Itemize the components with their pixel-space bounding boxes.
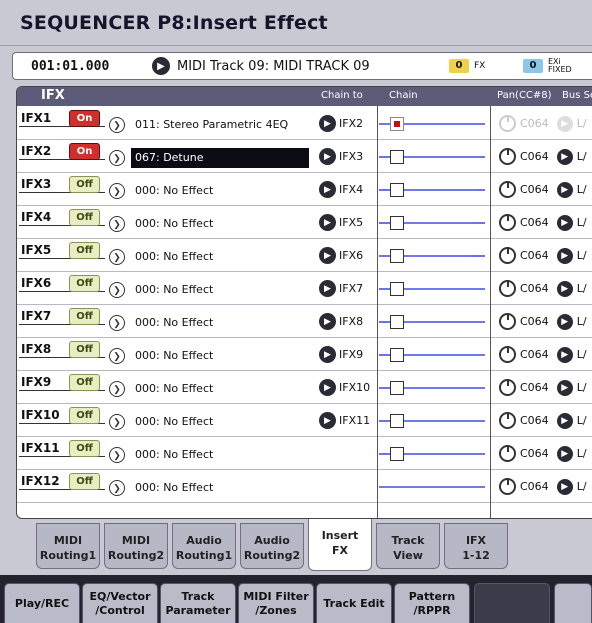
location-bar: 001:01.000 ▶ MIDI Track 09: MIDI TRACK 0… (12, 52, 592, 80)
bottom-tab-line1: Track (181, 589, 215, 603)
bottom-tab-line1: Pattern (408, 589, 456, 603)
bottom-tab-line2: /Control (95, 603, 145, 617)
tab-label-line1: Track (391, 534, 425, 547)
tab-label-line1: Insert (321, 529, 359, 542)
fx-badge-value: 0 (449, 59, 469, 73)
tab-midi-routing2[interactable]: MIDI Routing2 (104, 523, 168, 569)
chain-lines (379, 123, 485, 488)
song-position[interactable]: 001:01.000 (31, 59, 109, 74)
page-title: SEQUENCER P8:Insert Effect (20, 12, 328, 34)
tab-audio-routing1[interactable]: Audio Routing1 (172, 523, 236, 569)
exi-badge-label-bottom: FIXED (548, 65, 572, 74)
tab-insert-fx[interactable]: Insert FX (308, 519, 372, 571)
bottom-tab-pattern[interactable]: Pattern/RPPR (394, 583, 470, 623)
bottom-tab-partial[interactable] (554, 583, 592, 623)
ifx-panel: IFX Chain to Chain Pan(CC#8) Bus Se IFX1… (16, 86, 592, 519)
tab-label-line1: IFX (465, 534, 487, 547)
bottom-tab-track[interactable]: Track Parameter (160, 583, 236, 623)
tab-label-line2: Routing1 (39, 549, 97, 562)
tab-label-line1: Audio (254, 534, 290, 547)
bottom-tab-line1: MIDI Filter (243, 589, 309, 603)
bottom-tab-line2: Parameter (165, 603, 231, 617)
tab-midi-routing1[interactable]: MIDI Routing1 (36, 523, 100, 569)
tab-label-line2: 1-12 (462, 549, 490, 562)
tab-track-view[interactable]: Track View (376, 523, 440, 569)
bottom-tab-play-rec[interactable]: Play/REC (4, 583, 80, 623)
fx-badge: 0 FX (449, 57, 485, 75)
tab-label-line2: Routing2 (243, 549, 301, 562)
fx-badge-label: FX (474, 61, 486, 71)
page-tabs: MIDI Routing1 MIDI Routing2 Audio Routing1 Aud… (16, 519, 592, 571)
track-select-arrow-icon[interactable]: ▶ (152, 57, 170, 75)
bottom-tab-track-edit[interactable]: Track Edit (316, 583, 392, 623)
bottom-tab-eq-vector[interactable]: EQ/Vector/Control (82, 583, 158, 623)
tab-ifx-1-12[interactable]: IFX 1-12 (444, 523, 508, 569)
tab-label-line2: Routing2 (107, 549, 165, 562)
bottom-tab-empty (474, 583, 550, 623)
tab-audio-routing2[interactable]: Audio Routing2 (240, 523, 304, 569)
tab-label-line1: Audio (186, 534, 222, 547)
bottom-tab-line1: Play/REC (14, 596, 70, 610)
tab-label-line2: Routing1 (175, 549, 233, 562)
track-name: MIDI Track 09: MIDI TRACK 09 (177, 59, 370, 74)
bottom-tab-midi-filter[interactable]: MIDI Filter/Zones (238, 583, 314, 623)
tab-label-line2: View (393, 549, 423, 562)
bottom-tab-line1: EQ/Vector (89, 589, 151, 603)
exi-badge-value: 0 (523, 59, 543, 73)
tab-label-line2: FX (332, 544, 348, 557)
exi-badge: 0 EXi FIXED (523, 57, 572, 75)
bottom-tab-line2: /RPPR (413, 603, 451, 617)
tab-label-line1: MIDI (121, 534, 151, 547)
title-bar: SEQUENCER P8:Insert Effect (0, 0, 592, 46)
bottom-tab-line1: Track Edit (323, 596, 385, 610)
bottom-tab-line2: /Zones (255, 603, 297, 617)
bottom-tab-bar: Play/REC EQ/Vector/Control Track Parameter M… (0, 575, 592, 623)
tab-label-line1: MIDI (53, 534, 83, 547)
